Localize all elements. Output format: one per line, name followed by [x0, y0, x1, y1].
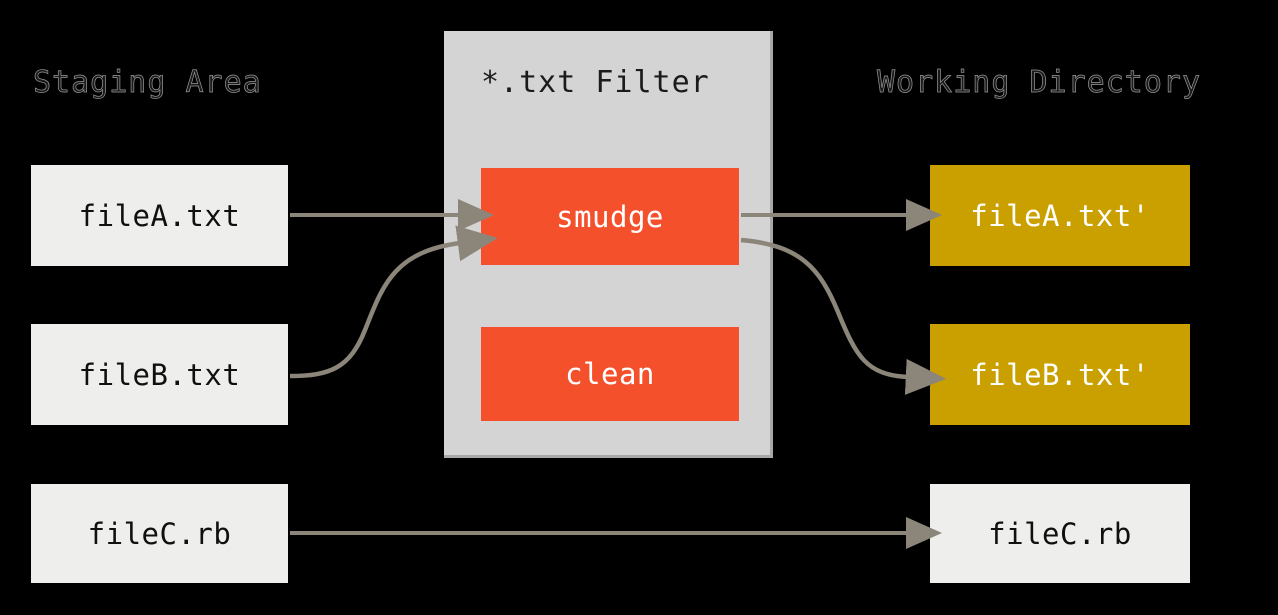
filter-box-clean[interactable]: clean [481, 327, 739, 421]
staging-file-box-filec[interactable]: fileC.rb [31, 484, 288, 583]
staging-file-box-filea[interactable]: fileA.txt [31, 165, 288, 266]
diagram-canvas: Staging Area *.txt Filter Working Direct… [0, 0, 1278, 615]
working-file-box-filec[interactable]: fileC.rb [930, 484, 1190, 583]
txt-filter-title: *.txt Filter [481, 65, 710, 100]
working-file-box-fileb[interactable]: fileB.txt' [930, 324, 1190, 425]
connector-fileb-to-smudge [289, 225, 498, 379]
filter-box-smudge[interactable]: smudge [481, 168, 739, 265]
working-directory-title: Working Directory [877, 65, 1202, 100]
staging-area-title: Staging Area [33, 65, 262, 100]
working-file-box-filea[interactable]: fileA.txt' [930, 165, 1190, 266]
staging-file-box-fileb[interactable]: fileB.txt [31, 324, 288, 425]
